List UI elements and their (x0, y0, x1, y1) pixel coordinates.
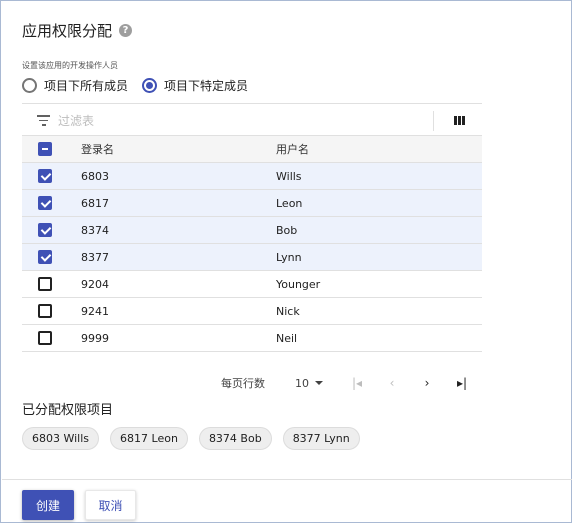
assigned-chips: 6803 Wills 6817 Leon 8374 Bob 8377 Lynn (22, 427, 371, 450)
assigned-chip[interactable]: 8377 Lynn (282, 427, 360, 450)
radio-specific-members-circle[interactable] (142, 78, 158, 93)
columns-icon[interactable] (454, 116, 465, 125)
rows-per-page-select[interactable]: 10 (295, 377, 323, 390)
select-all-checkbox[interactable] (38, 142, 52, 156)
table-row[interactable]: 9204 Younger (22, 271, 482, 298)
member-scope-radio-group: 项目下所有成员 项目下特定成员 (22, 77, 262, 94)
members-table: 登录名 用户名 6803 Wills 6817 Leon 8374 Bob 83… (22, 136, 482, 352)
assigned-chip[interactable]: 6803 Wills (22, 427, 100, 450)
table-header-row: 登录名 用户名 (22, 136, 482, 163)
rows-per-page-label: 每页行数 (221, 377, 265, 390)
cell-user: Nick (276, 304, 300, 318)
toolbar-divider (433, 111, 434, 131)
table-toolbar (22, 103, 482, 136)
cancel-button[interactable]: 取消 (85, 490, 136, 520)
cell-login: 9204 (81, 277, 109, 291)
table-row[interactable]: 9999 Neil (22, 325, 482, 352)
assigned-chip[interactable]: 6817 Leon (110, 427, 188, 450)
pagination: 每页行数 10 |◂ ‹ › ▸| (221, 374, 470, 392)
header-login[interactable]: 登录名 (81, 141, 114, 157)
row-checkbox[interactable] (38, 223, 52, 237)
cell-user: Neil (276, 331, 298, 345)
radio-specific-members[interactable]: 项目下特定成员 (142, 77, 248, 94)
cell-login: 9241 (81, 304, 109, 318)
radio-all-members[interactable]: 项目下所有成员 (22, 77, 128, 94)
prev-page-icon[interactable]: ‹ (384, 375, 400, 391)
cell-user: Younger (276, 277, 321, 291)
assigned-chip[interactable]: 8374 Bob (198, 427, 272, 450)
footer-divider (2, 479, 572, 480)
dialog-title: 应用权限分配 (22, 21, 113, 40)
first-page-icon[interactable]: |◂ (349, 375, 365, 391)
caret-down-icon (315, 381, 323, 385)
table-row[interactable]: 8377 Lynn (22, 244, 482, 271)
row-checkbox[interactable] (38, 250, 52, 264)
row-checkbox[interactable] (38, 277, 52, 291)
cell-user: Bob (276, 223, 298, 237)
rows-per-page-value: 10 (295, 376, 309, 390)
assigned-title: 已分配权限项目 (22, 403, 114, 418)
filter-input[interactable] (58, 112, 418, 130)
header-user[interactable]: 用户名 (276, 141, 309, 157)
cell-login: 8374 (81, 223, 109, 237)
row-checkbox[interactable] (38, 169, 52, 183)
table-row[interactable]: 8374 Bob (22, 217, 482, 244)
cell-user: Wills (276, 169, 302, 183)
last-page-icon[interactable]: ▸| (454, 375, 470, 391)
table-row[interactable]: 6817 Leon (22, 190, 482, 217)
radio-all-members-label: 项目下所有成员 (44, 79, 129, 93)
filter-icon (37, 115, 50, 126)
next-page-icon[interactable]: › (419, 375, 435, 391)
row-checkbox[interactable] (38, 304, 52, 318)
cell-login: 6817 (81, 196, 109, 210)
row-checkbox[interactable] (38, 196, 52, 210)
cell-login: 6803 (81, 169, 109, 183)
cell-login: 9999 (81, 331, 109, 345)
field-label: 设置该应用的开发操作人员 (22, 61, 118, 70)
permission-dialog: 应用权限分配 ? 设置该应用的开发操作人员 项目下所有成员 项目下特定成员 登录… (0, 0, 572, 523)
row-checkbox[interactable] (38, 331, 52, 345)
radio-specific-members-label: 项目下特定成员 (164, 79, 249, 93)
cell-user: Lynn (276, 250, 302, 264)
cell-login: 8377 (81, 250, 109, 264)
radio-all-members-circle[interactable] (22, 78, 37, 93)
title-row: 应用权限分配 ? (22, 19, 133, 41)
table-row[interactable]: 6803 Wills (22, 163, 482, 190)
help-icon[interactable]: ? (119, 23, 133, 37)
table-row[interactable]: 9241 Nick (22, 298, 482, 325)
create-button[interactable]: 创建 (22, 490, 74, 520)
cell-user: Leon (276, 196, 303, 210)
radio-dot (146, 82, 154, 89)
